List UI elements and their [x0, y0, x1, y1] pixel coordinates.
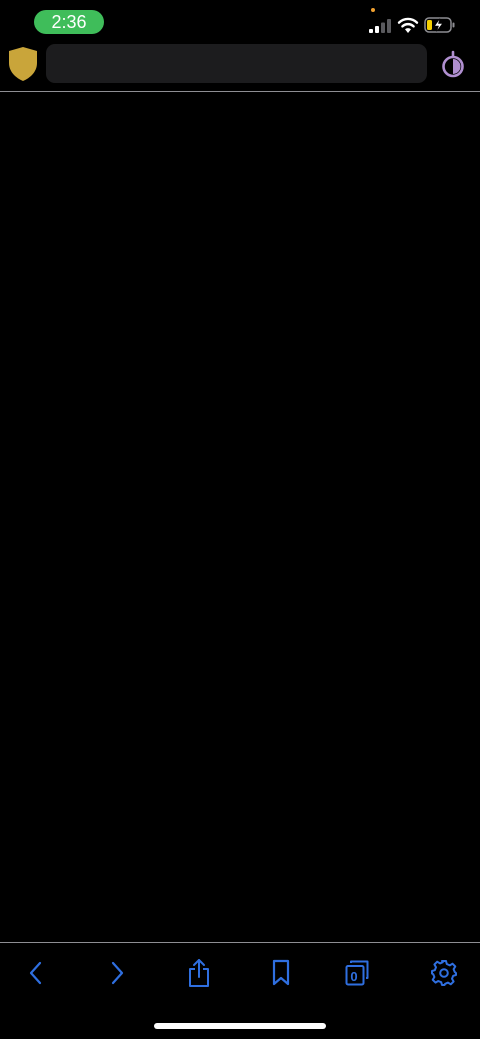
privacy-indicator-dot [371, 8, 375, 12]
battery-charging-icon [424, 17, 455, 33]
web-content-area[interactable] [0, 92, 480, 942]
status-bar: 2:36 [0, 0, 480, 44]
bookmarks-button[interactable] [263, 955, 299, 991]
onion-icon[interactable] [440, 50, 466, 78]
address-bar-input[interactable] [46, 44, 427, 83]
home-indicator[interactable] [154, 1023, 326, 1029]
status-time: 2:36 [34, 10, 104, 34]
share-button[interactable] [181, 955, 217, 991]
back-button[interactable] [18, 955, 54, 991]
bottom-toolbar: 0 [0, 943, 480, 1003]
chevron-right-icon [111, 961, 124, 985]
tabs-count: 0 [350, 968, 358, 984]
bookmark-icon [272, 959, 290, 986]
tabs-button[interactable]: 0 [339, 955, 375, 991]
forward-button[interactable] [99, 955, 135, 991]
chevron-left-icon [29, 961, 42, 985]
gear-icon [431, 960, 457, 986]
browser-screen: 2:36 0 [0, 0, 480, 1039]
settings-button[interactable] [426, 955, 462, 991]
cellular-signal-icon [369, 19, 391, 33]
share-icon [189, 959, 209, 987]
wifi-icon [397, 17, 419, 33]
browser-toolbar [0, 44, 480, 91]
shield-icon[interactable] [8, 46, 38, 82]
